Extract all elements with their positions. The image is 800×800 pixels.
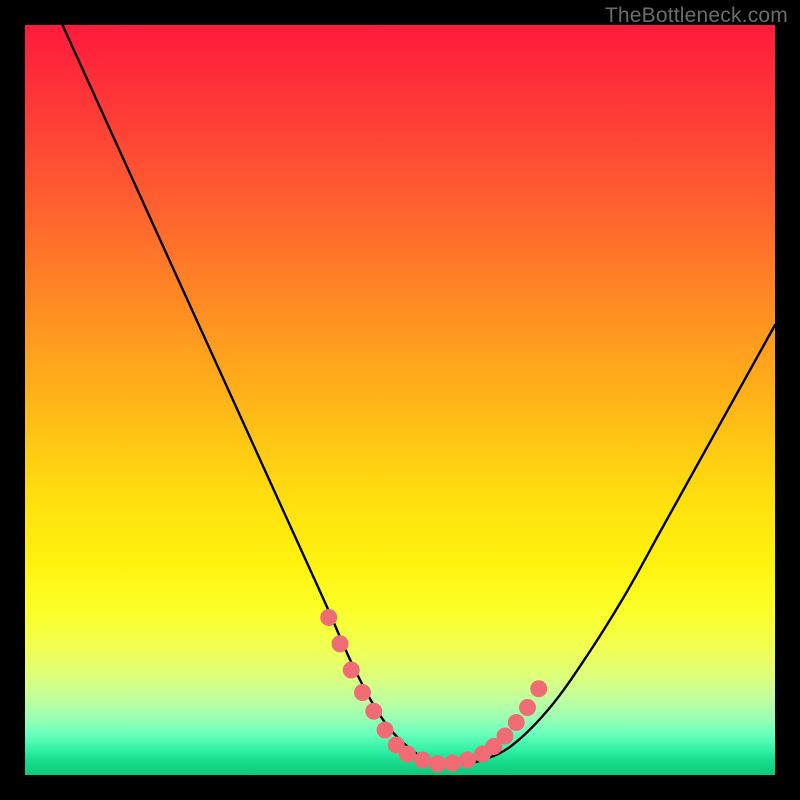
watermark-label: TheBottleneck.com <box>605 4 788 28</box>
highlight-dot <box>459 752 476 769</box>
highlight-dot <box>399 746 416 763</box>
highlight-dot <box>343 662 360 679</box>
highlight-dot <box>497 728 514 745</box>
highlight-dot <box>519 699 536 716</box>
chart-frame: TheBottleneck.com <box>0 0 800 800</box>
highlight-dot <box>320 609 337 626</box>
highlight-dot <box>354 684 371 701</box>
highlight-dot <box>508 714 525 731</box>
highlight-dot <box>365 703 382 720</box>
highlight-dot <box>429 755 446 772</box>
highlight-dot <box>377 722 394 739</box>
plot-area <box>25 25 775 775</box>
highlight-dot <box>444 755 461 772</box>
highlight-dot <box>530 680 547 697</box>
bottleneck-curve-svg <box>25 25 775 775</box>
highlight-dot <box>332 635 349 652</box>
bottleneck-curve <box>63 25 776 765</box>
highlight-dot <box>414 752 431 769</box>
highlight-dots <box>320 609 547 772</box>
